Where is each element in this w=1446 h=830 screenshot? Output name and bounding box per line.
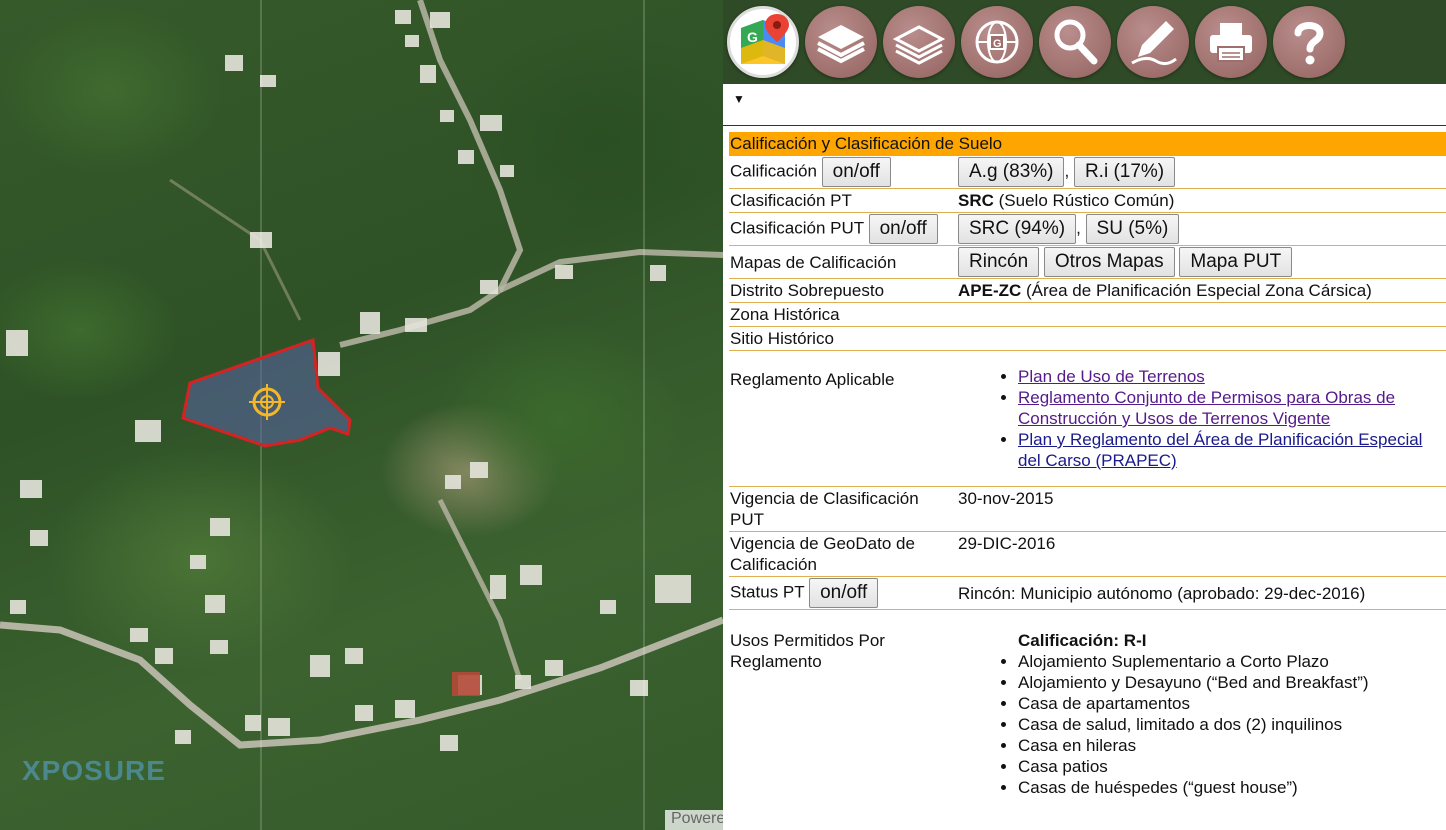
reglamento-conjunto-link[interactable]: Reglamento Conjunto de Permisos para Obr… bbox=[1018, 388, 1395, 428]
map-road bbox=[0, 616, 723, 749]
layers-icon[interactable] bbox=[805, 6, 877, 78]
status-pt-label: Status PT bbox=[730, 582, 805, 602]
mapa-rincon-button[interactable]: Rincón bbox=[958, 247, 1040, 277]
row-vigencia-put: Vigencia de Clasificación PUT 30-nov-201… bbox=[729, 486, 1446, 532]
map-road bbox=[498, 248, 723, 293]
map-buildings bbox=[6, 10, 691, 751]
reglamento-label: Reglamento Aplicable bbox=[729, 350, 957, 487]
list-item: Casa de salud, limitado a dos (2) inquil… bbox=[1018, 714, 1445, 735]
vigencia-geodato-value: 29-DIC-2016 bbox=[957, 531, 1446, 577]
reglamento-list: Plan de Uso de Terrenos Reglamento Conju… bbox=[958, 366, 1445, 471]
list-item: Alojamiento y Desayuno (“Bed and Breakfa… bbox=[1018, 672, 1445, 693]
svg-text:G: G bbox=[747, 29, 758, 45]
map-overlay bbox=[0, 0, 723, 830]
clasificacion-put-toggle-button[interactable]: on/off bbox=[868, 214, 938, 244]
map-building bbox=[452, 672, 480, 696]
vigencia-geodato-label: Vigencia de GeoDato de Calificación bbox=[729, 531, 957, 577]
put-su-button[interactable]: SU (5%) bbox=[1085, 214, 1180, 244]
usos-label: Usos Permitidos Por Reglamento bbox=[730, 631, 885, 671]
put-src-button[interactable]: SRC (94%) bbox=[958, 214, 1077, 244]
satellite-map[interactable]: XPOSURE Powered by bbox=[0, 0, 723, 830]
distrito-code: APE-ZC bbox=[958, 281, 1022, 300]
map-road bbox=[169, 178, 302, 321]
usos-list: Calificación: R-I Alojamiento Suplementa… bbox=[958, 630, 1445, 798]
edit-icon[interactable] bbox=[1117, 6, 1189, 78]
clasificacion-put-label: Clasificación PUT bbox=[730, 218, 864, 238]
collapse-caret-icon[interactable]: ▼ bbox=[733, 92, 745, 106]
calificacion-toggle-button[interactable]: on/off bbox=[821, 157, 891, 187]
zoning-table: Calificación on/off A.g (83%), R.i (17%)… bbox=[729, 156, 1446, 799]
list-item: Casa de apartamentos bbox=[1018, 693, 1445, 714]
row-clasificacion-put: Clasificación PUT on/off SRC (94%), SU (… bbox=[729, 212, 1446, 246]
row-clasificacion-pt: Clasificación PT SRC (Suelo Rústico Comú… bbox=[729, 188, 1446, 213]
calificacion-ag-button[interactable]: A.g (83%) bbox=[958, 157, 1065, 187]
list-item: Casa patios bbox=[1018, 756, 1445, 777]
distrito-label: Distrito Sobrepuesto bbox=[729, 278, 957, 303]
print-icon[interactable] bbox=[1195, 6, 1267, 78]
search-icon[interactable] bbox=[1039, 6, 1111, 78]
usos-heading: Calificación: R-I bbox=[1018, 631, 1147, 650]
layers-alt-icon[interactable] bbox=[883, 6, 955, 78]
row-vigencia-geodato: Vigencia de GeoDato de Calificación 29-D… bbox=[729, 531, 1446, 577]
info-panel: ▼ Calificación y Clasificación de Suelo … bbox=[723, 84, 1446, 830]
row-distrito: Distrito Sobrepuesto APE-ZC (Área de Pla… bbox=[729, 278, 1446, 303]
calificacion-label: Calificación bbox=[730, 161, 817, 181]
toolbar: G G bbox=[723, 0, 1446, 84]
row-calificacion: Calificación on/off A.g (83%), R.i (17%) bbox=[729, 156, 1446, 189]
row-sitio-historico: Sitio Histórico bbox=[729, 326, 1446, 351]
distrito-desc: (Área de Planificación Especial Zona Cár… bbox=[1026, 281, 1372, 300]
row-mapas: Mapas de Calificación Rincón Otros Mapas… bbox=[729, 245, 1446, 279]
svg-text:G: G bbox=[993, 38, 1002, 50]
clasificacion-pt-label: Clasificación PT bbox=[729, 188, 957, 213]
list-item: Plan y Reglamento del Área de Planificac… bbox=[1018, 429, 1445, 471]
row-usos: Usos Permitidos Por Reglamento Calificac… bbox=[729, 610, 1446, 800]
vigencia-put-label: Vigencia de Clasificación PUT bbox=[729, 486, 957, 532]
row-reglamento: Reglamento Aplicable Plan de Uso de Terr… bbox=[729, 350, 1446, 487]
otros-mapas-button[interactable]: Otros Mapas bbox=[1043, 247, 1175, 277]
map-road bbox=[437, 498, 523, 681]
status-pt-toggle-button[interactable]: on/off bbox=[809, 578, 879, 608]
help-icon[interactable] bbox=[1273, 6, 1345, 78]
calificacion-ri-button[interactable]: R.i (17%) bbox=[1073, 157, 1176, 187]
list-item: Plan de Uso de Terrenos bbox=[1018, 366, 1445, 387]
mapa-put-button[interactable]: Mapa PUT bbox=[1179, 247, 1293, 277]
list-item: Alojamiento Suplementario a Corto Plazo bbox=[1018, 651, 1445, 672]
list-item: Casa en hileras bbox=[1018, 735, 1445, 756]
list-item: Casas de huéspedes (“guest house”) bbox=[1018, 777, 1445, 798]
map-watermark-logo: XPOSURE bbox=[22, 755, 166, 786]
prapec-link[interactable]: Plan y Reglamento del Área de Planificac… bbox=[1018, 430, 1422, 470]
row-status-pt: Status PT on/off Rincón: Municipio autón… bbox=[729, 576, 1446, 610]
panel-header: ▼ bbox=[723, 84, 1446, 126]
sitio-historico-label: Sitio Histórico bbox=[729, 326, 957, 351]
vigencia-put-value: 30-nov-2015 bbox=[957, 486, 1446, 532]
mapas-label: Mapas de Calificación bbox=[729, 245, 957, 279]
plan-uso-terrenos-link[interactable]: Plan de Uso de Terrenos bbox=[1018, 367, 1205, 386]
section-title: Calificación y Clasificación de Suelo bbox=[729, 132, 1446, 156]
globe-icon[interactable]: G bbox=[961, 6, 1033, 78]
google-maps-icon[interactable]: G bbox=[727, 6, 799, 78]
status-pt-value: Rincón: Municipio autónomo (aprobado: 29… bbox=[957, 576, 1446, 610]
list-item: Reglamento Conjunto de Permisos para Obr… bbox=[1018, 387, 1445, 429]
zona-historica-label: Zona Histórica bbox=[729, 302, 957, 327]
clasificacion-pt-desc: (Suelo Rústico Común) bbox=[998, 191, 1175, 210]
row-zona-historica: Zona Histórica bbox=[729, 302, 1446, 327]
clasificacion-pt-code: SRC bbox=[958, 191, 994, 210]
map-powered-by: Powered by bbox=[665, 810, 723, 830]
